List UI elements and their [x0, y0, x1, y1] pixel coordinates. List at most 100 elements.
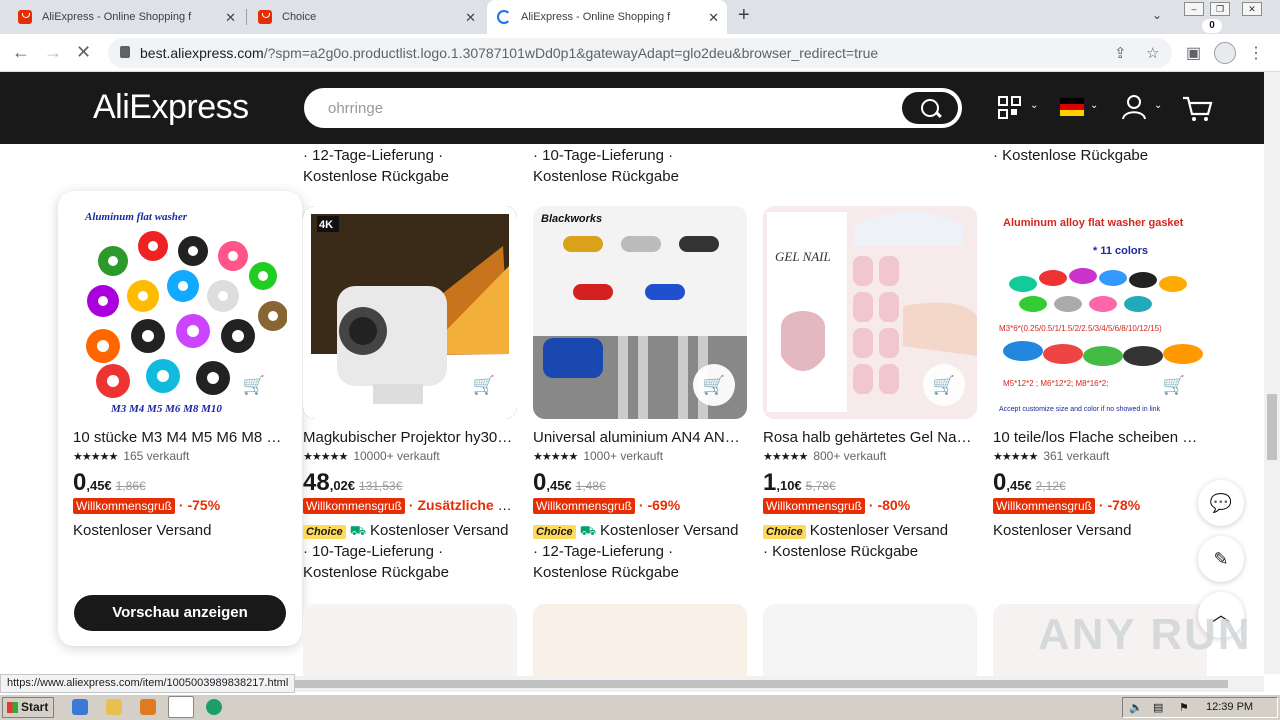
network-icon[interactable]: ▤ [1153, 701, 1163, 714]
volume-icon[interactable]: 🔈 [1129, 701, 1143, 714]
product-image[interactable]: Blackworks 🛒 [533, 206, 747, 419]
discount-text: · -69% [635, 497, 681, 513]
edit-icon[interactable]: ✎ [1198, 536, 1244, 582]
close-tab-icon[interactable]: ✕ [225, 10, 236, 26]
old-price: 1,86€ [115, 479, 146, 493]
close-tab-icon[interactable]: ✕ [708, 10, 719, 26]
minimize-window-button[interactable]: – [1184, 2, 1204, 16]
product-title[interactable]: 10 teile/los Flache scheiben Metall Dich… [993, 429, 1207, 446]
discount-text: · -78% [1095, 497, 1141, 513]
side-panel-icon[interactable]: ▣ [1186, 43, 1201, 63]
chevron-down-icon[interactable]: ⌄ [1090, 100, 1098, 111]
flag-icon[interactable]: ⚑ [1179, 701, 1189, 714]
clock: 12:39 PM [1206, 701, 1254, 713]
return-info: Kostenlose Rückgabe [303, 168, 449, 185]
product-title[interactable]: Magkubischer Projektor hy300 4K Android … [303, 429, 517, 446]
close-window-button[interactable]: ✕ [1242, 2, 1262, 16]
image-caption: Aluminum alloy flat washer gasket [1003, 217, 1184, 229]
product-image-placeholder[interactable] [533, 604, 747, 684]
product-title[interactable]: Rosa halb gehärtetes Gel Nagel Aufkleber [763, 429, 977, 446]
menu-kebab-icon[interactable]: ⋮ [1248, 43, 1264, 63]
add-to-cart-icon[interactable]: 🛒 [463, 364, 505, 406]
preview-button[interactable]: Vorschau anzeigen [74, 595, 286, 631]
chrome-taskbar-button[interactable] [168, 696, 194, 718]
search-button[interactable] [902, 92, 958, 124]
restore-window-button[interactable]: ❐ [1210, 2, 1230, 16]
ie-icon[interactable] [72, 699, 88, 715]
back-arrow-icon[interactable]: ← [12, 42, 30, 63]
search-bar[interactable]: ohrringe [304, 88, 962, 128]
product-image[interactable]: Aluminum flat washer M3 M4 M5 M6 M8 M10 … [73, 206, 287, 419]
new-tab-button[interactable]: + [738, 4, 750, 27]
sold-count: 165 verkauft [123, 449, 190, 463]
forward-arrow-icon[interactable]: → [44, 42, 62, 63]
product-price: 0,45€ 2,12€ [993, 469, 1066, 497]
qr-code-icon[interactable] [998, 96, 1022, 120]
tab-aliexpress-active[interactable]: AliExpress - Online Shopping für Elek ✕ [487, 0, 727, 34]
account-icon[interactable] [1122, 94, 1146, 120]
product-image-placeholder[interactable] [303, 604, 517, 684]
address-bar[interactable]: best.aliexpress.com/?spm=a2g0o.productli… [108, 38, 1172, 68]
discount-text: · -75% [175, 497, 221, 513]
sold-count: 800+ verkauft [813, 449, 887, 463]
close-tab-icon[interactable]: ✕ [465, 10, 476, 26]
system-tray: 🔈 ▤ ⚑ [1122, 697, 1278, 718]
image-caption: GEL NAIL [775, 249, 831, 264]
svg-text:Accept customize size and colo: Accept customize size and color if no sh… [999, 406, 1161, 413]
old-price: 131,53€ [359, 479, 403, 493]
product-rating: ★★★★★ 800+ verkauft [763, 449, 886, 463]
tab-choice[interactable]: Choice ✕ [248, 0, 484, 34]
rating-stars-icon: ★★★★★ [533, 451, 578, 463]
product-rating: ★★★★★ 165 verkauft [73, 449, 189, 463]
product-image[interactable]: 4K 🛒 [303, 206, 517, 419]
profile-avatar-icon[interactable] [1214, 42, 1236, 64]
sold-count: 10000+ verkauft [353, 449, 440, 463]
bookmark-star-icon[interactable]: ☆ [1146, 44, 1159, 62]
welcome-badge: Willkommensgruß [303, 498, 406, 514]
rating-stars-icon: ★★★★★ [993, 451, 1038, 463]
tab-aliexpress-1[interactable]: AliExpress - Online Shopping für Elek ✕ [8, 0, 244, 34]
add-to-cart-icon[interactable]: 🛒 [693, 364, 735, 406]
aliexpress-favicon-icon [18, 10, 32, 24]
welcome-badge: Willkommensgruß [993, 498, 1096, 514]
media-player-icon[interactable] [140, 699, 156, 715]
product-title[interactable]: 10 stücke M3 M4 M5 M6 M8 M10 Aluminium f… [73, 429, 287, 446]
share-icon[interactable]: ⇪ [1114, 44, 1127, 62]
partial-product-info: · 12-Tage-Lieferung · Kostenlose Rückgab… [303, 145, 449, 187]
windows-taskbar: Start 🔈 ▤ ⚑ 12:39 PM [0, 694, 1280, 720]
cart-icon[interactable] [1182, 94, 1216, 122]
product-price: 0,45€ 1,48€ [533, 469, 606, 497]
shipping-info: Kostenloser Versand [73, 522, 212, 539]
image-caption: M3 M4 M5 M6 M8 M10 [110, 403, 222, 415]
product-image-placeholder[interactable] [763, 604, 977, 684]
stop-loading-icon[interactable]: ✕ [76, 42, 91, 63]
discount-text: · -80% [865, 497, 911, 513]
start-button[interactable]: Start [2, 697, 54, 718]
return-info: Kostenlose Rückgabe [1002, 147, 1149, 164]
product-image[interactable]: Aluminum alloy flat washer gasket * 11 c… [993, 206, 1207, 419]
product-rating: ★★★★★ 361 verkauft [993, 449, 1109, 463]
chevron-down-icon[interactable]: ⌄ [1154, 100, 1162, 111]
welcome-badge: Willkommensgruß [763, 498, 866, 514]
aliexpress-logo[interactable]: AliExpress [93, 88, 249, 127]
aliexpress-favicon-icon [258, 10, 272, 24]
add-to-cart-icon[interactable]: 🛒 [233, 364, 275, 406]
scroll-thumb[interactable] [1267, 394, 1277, 460]
search-input[interactable]: ohrringe [328, 100, 383, 117]
chat-icon[interactable]: 💬 [1198, 480, 1244, 526]
watermark: ANY RUN [1038, 610, 1252, 659]
old-price: 2,12€ [1035, 479, 1066, 493]
add-to-cart-icon[interactable]: 🛒 [1153, 364, 1195, 406]
choice-badge: Choice [763, 525, 806, 539]
explorer-icon[interactable] [106, 699, 122, 715]
vertical-scrollbar[interactable] [1264, 72, 1280, 674]
chevron-down-icon[interactable]: ⌄ [1030, 100, 1038, 111]
lock-icon [120, 46, 130, 58]
image-caption: Aluminum flat washer [84, 211, 188, 223]
edge-icon[interactable] [206, 699, 222, 715]
germany-flag-icon[interactable] [1060, 98, 1084, 116]
add-to-cart-icon[interactable]: 🛒 [923, 364, 965, 406]
tab-search-chevron-icon[interactable]: ⌄ [1152, 8, 1162, 22]
product-title[interactable]: Universal aluminium AN4 AN6 Schlauchtren… [533, 429, 747, 446]
product-image[interactable]: GEL NAIL 🛒 [763, 206, 977, 419]
